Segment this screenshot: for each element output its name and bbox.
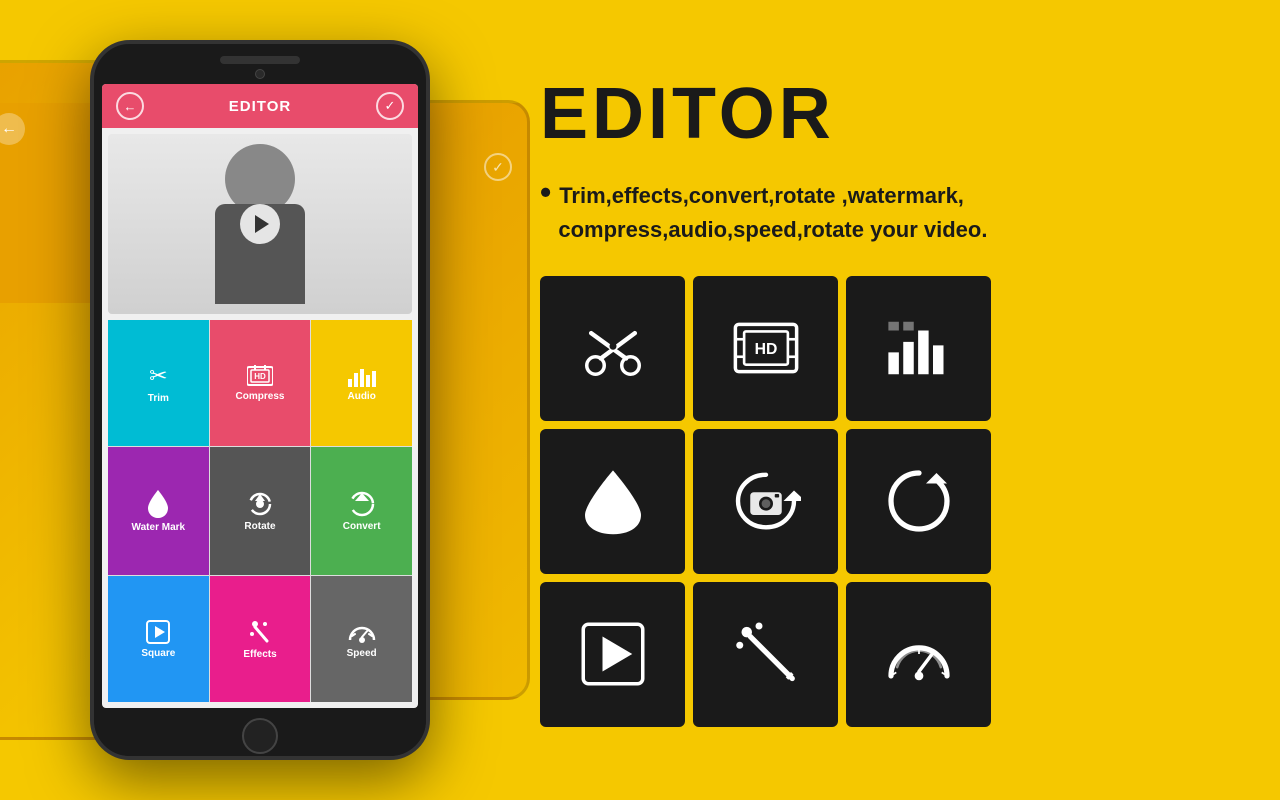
home-button[interactable] xyxy=(242,718,278,754)
grid-audio-icon xyxy=(884,313,954,383)
check-icon: ✓ xyxy=(385,98,396,114)
grid-square-cell[interactable] xyxy=(540,582,685,727)
phone-camera-row xyxy=(94,69,426,79)
compress-button[interactable]: HD Compress xyxy=(210,320,311,446)
grid-effects-cell[interactable] xyxy=(693,582,838,727)
effects-icon xyxy=(247,619,273,645)
grid-rotate-video-cell[interactable] xyxy=(693,429,838,574)
convert-button[interactable]: Convert xyxy=(311,447,412,575)
grid-compress-icon: HD xyxy=(731,313,801,383)
editor-title: EDITOR xyxy=(540,73,835,155)
convert-icon xyxy=(349,491,375,517)
grid-compress-cell[interactable]: HD xyxy=(693,276,838,421)
play-icon xyxy=(255,215,269,233)
audio-icon xyxy=(348,365,376,387)
audio-label: Audio xyxy=(347,391,375,402)
grid-convert-icon xyxy=(884,466,954,536)
grid-trim-icon xyxy=(578,313,648,383)
phone-camera xyxy=(255,69,265,79)
right-content: EDITOR •Trim,effects,convert,rotate ,wat… xyxy=(520,53,1280,747)
rotate-icon xyxy=(247,491,273,517)
svg-text:HD: HD xyxy=(754,341,777,358)
square-label: Square xyxy=(141,648,175,659)
grid-audio-cell[interactable] xyxy=(846,276,991,421)
trim-label: Trim xyxy=(148,393,169,404)
speed-button[interactable]: Speed xyxy=(311,576,412,702)
grid-watermark-icon xyxy=(578,466,648,536)
bullet-point: • xyxy=(540,174,551,210)
audio-button[interactable]: Audio xyxy=(311,320,412,446)
grid-convert-cell[interactable] xyxy=(846,429,991,574)
speed-label: Speed xyxy=(347,648,377,659)
tools-grid: ✂ Trim HD Compress xyxy=(108,320,412,702)
confirm-button[interactable]: ✓ xyxy=(376,92,404,120)
phone-home xyxy=(94,716,426,756)
square-icon xyxy=(146,620,170,644)
trim-button[interactable]: ✂ Trim xyxy=(108,320,209,446)
grid-rotate-video-icon xyxy=(731,466,801,536)
svg-text:HD: HD xyxy=(254,372,266,381)
bg-right-check: ✓ xyxy=(484,153,512,181)
grid-effects-icon xyxy=(731,619,801,689)
video-preview[interactable] xyxy=(108,134,412,314)
feature-text: •Trim,effects,convert,rotate ,watermark,… xyxy=(540,170,987,246)
grid-speed-icon xyxy=(884,619,954,689)
compress-icon: HD xyxy=(247,365,273,387)
app-header: ← EDITOR ✓ xyxy=(102,84,418,128)
app-title: EDITOR xyxy=(229,98,291,115)
grid-watermark-cell[interactable] xyxy=(540,429,685,574)
watermark-icon xyxy=(148,490,168,518)
app-screen: ← EDITOR ✓ ✂ Trim xyxy=(102,84,418,708)
watermark-label: Water Mark xyxy=(132,522,186,533)
back-button[interactable]: ← xyxy=(116,92,144,120)
effects-button[interactable]: Effects xyxy=(210,576,311,702)
watermark-button[interactable]: Water Mark xyxy=(108,447,209,575)
trim-icon: ✂ xyxy=(149,363,167,389)
grid-trim-cell[interactable] xyxy=(540,276,685,421)
play-button[interactable] xyxy=(240,204,280,244)
back-icon: ← xyxy=(124,99,137,114)
rotate-button[interactable]: Rotate xyxy=(210,447,311,575)
grid-speed-cell[interactable] xyxy=(846,582,991,727)
speed-icon xyxy=(348,620,376,644)
square-button[interactable]: Square xyxy=(108,576,209,702)
grid-square-icon xyxy=(578,619,648,689)
phone-speaker xyxy=(220,56,300,64)
phone-area: ← ✓ ← EDITOR ✓ xyxy=(0,0,520,800)
main-phone: ← EDITOR ✓ ✂ Trim xyxy=(90,40,430,760)
feature-icon-grid: HD xyxy=(540,276,991,727)
convert-label: Convert xyxy=(343,521,381,532)
effects-label: Effects xyxy=(243,649,276,660)
compress-label: Compress xyxy=(236,391,285,402)
rotate-label: Rotate xyxy=(244,521,275,532)
